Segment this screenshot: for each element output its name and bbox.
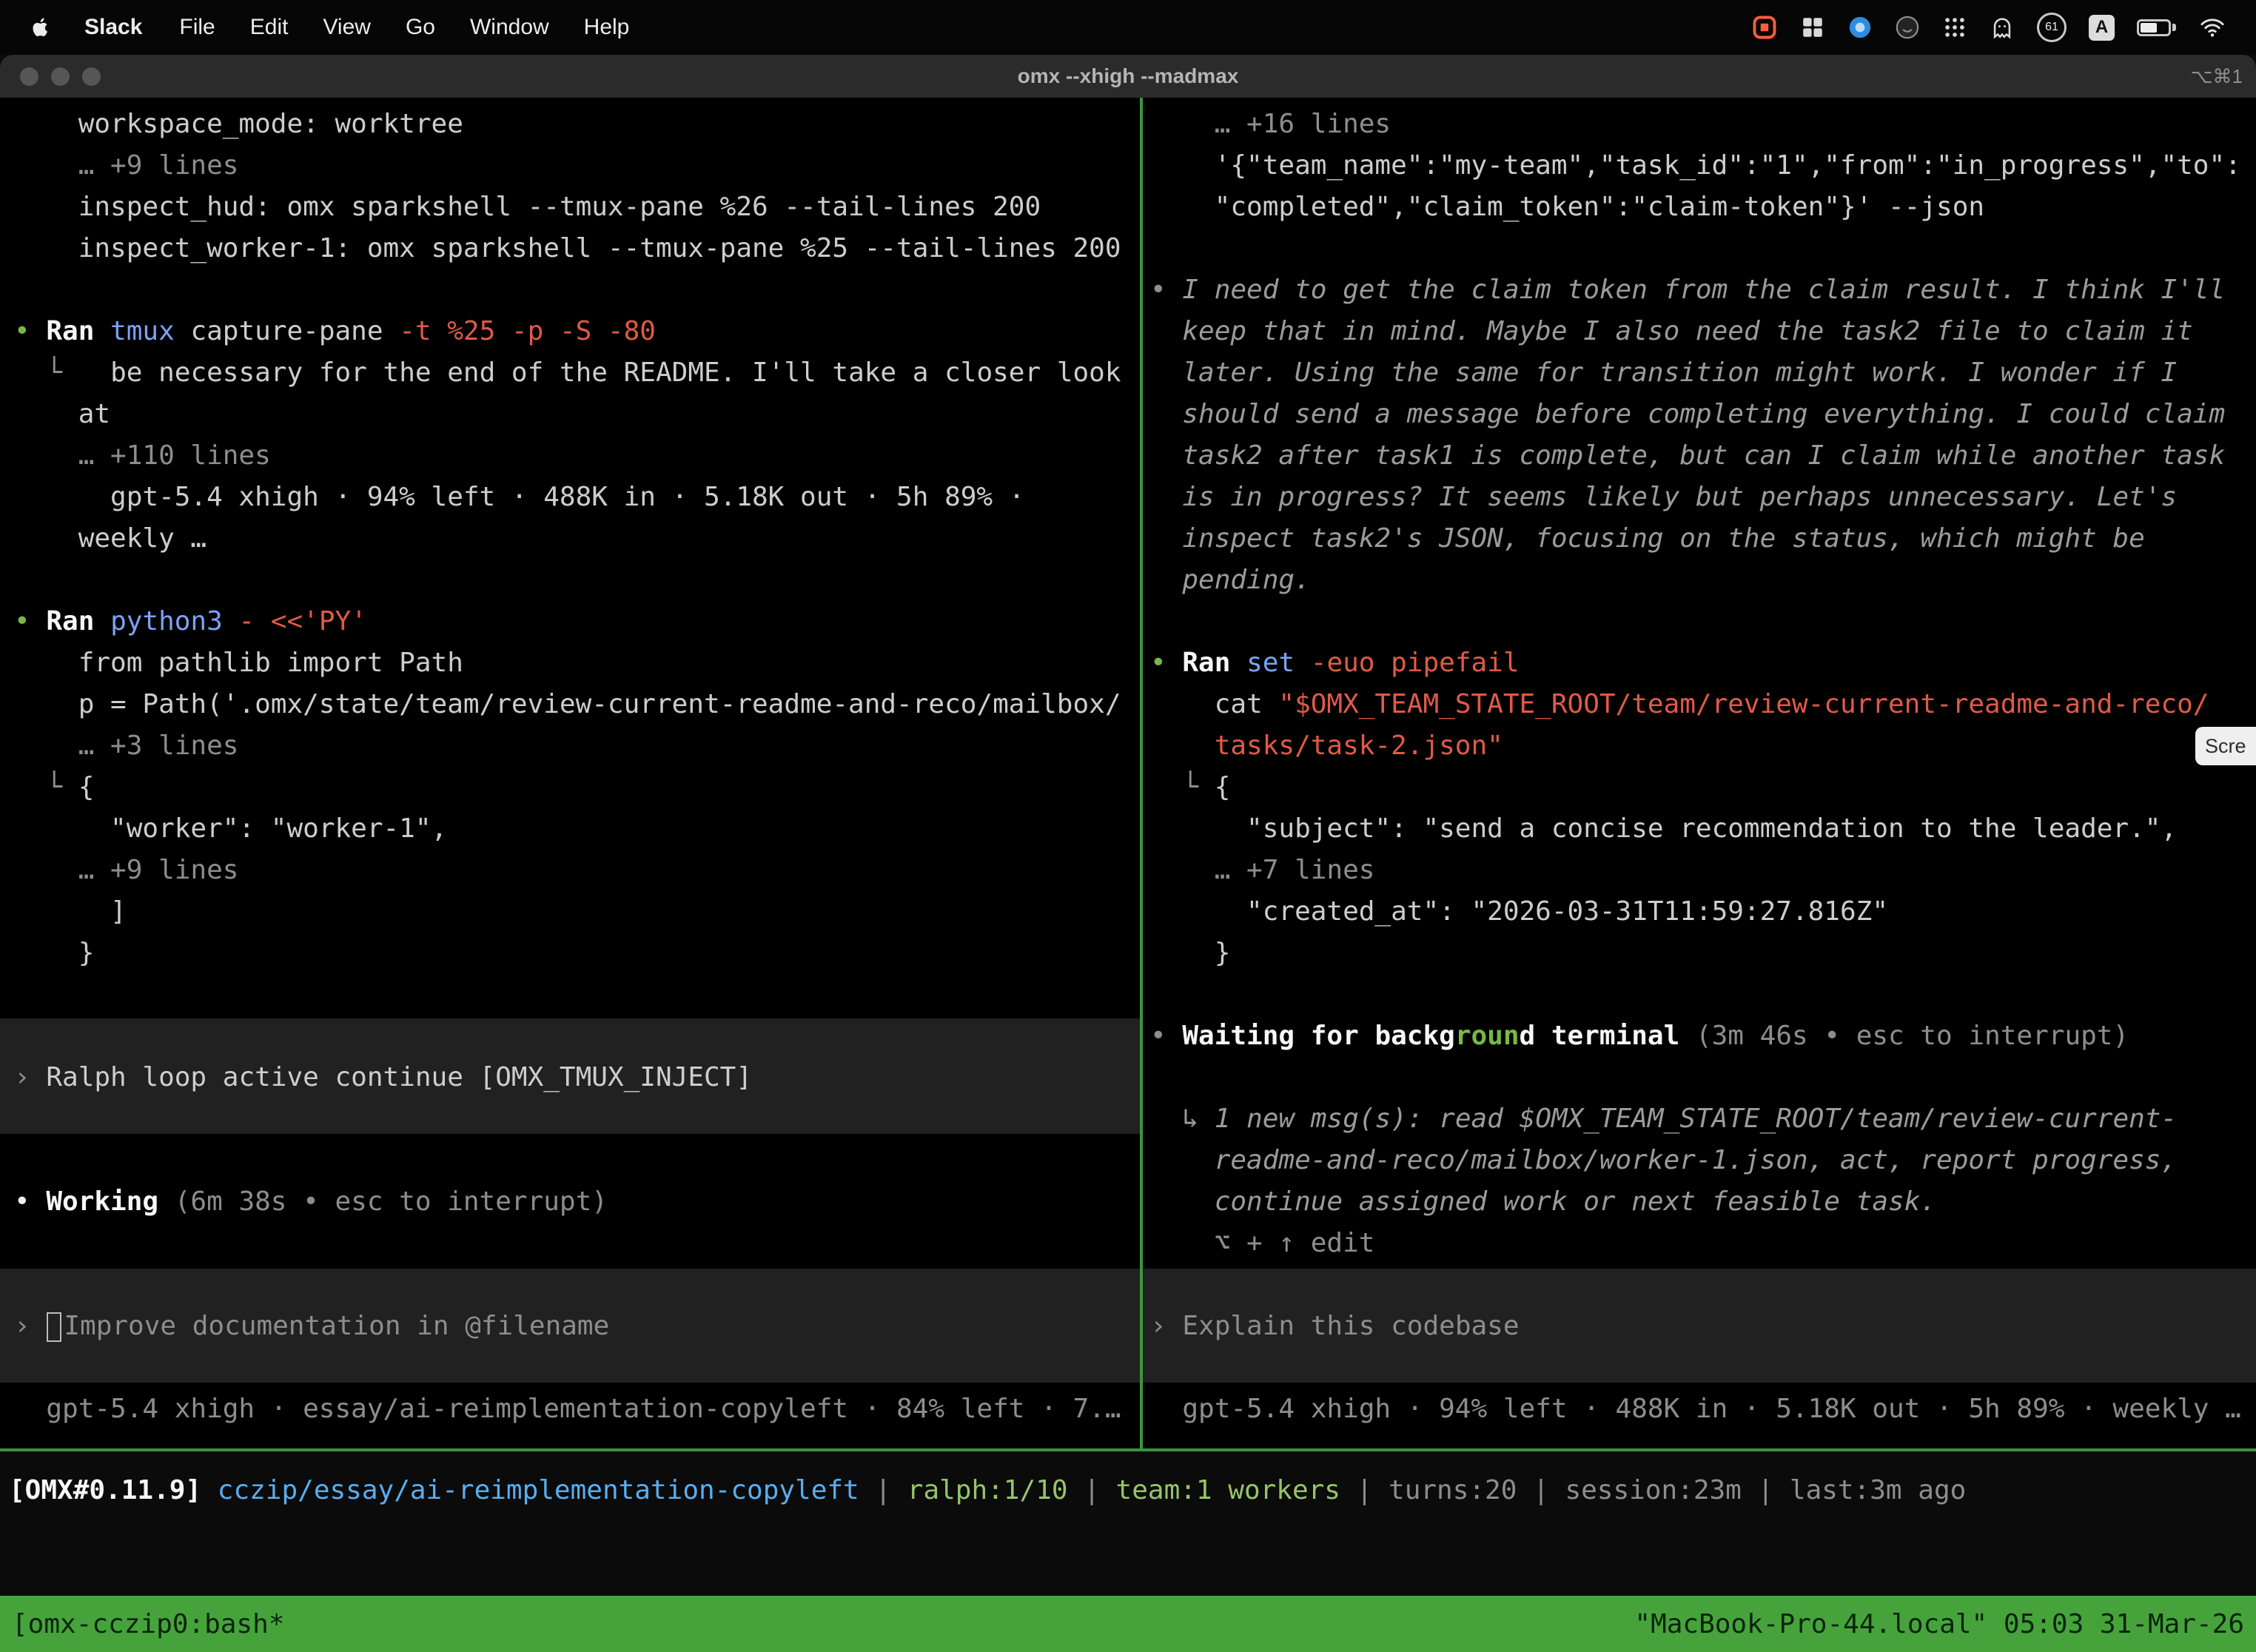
terminal-line: "created_at": "2026-03-31T11:59:27.816Z" — [1150, 891, 1888, 933]
terminal-line: gpt-5.4 xhigh · 94% left · 488K in · 5.1… — [14, 477, 1024, 518]
input-source-icon[interactable]: A — [2089, 15, 2115, 41]
terminal-line: inspect_worker-1: omx sparkshell --tmux-… — [14, 228, 1121, 269]
terminal-line: › Ralph loop active continue [OMX_TMUX_I… — [14, 1057, 752, 1098]
omx-hud-status-line: [OMX#0.11.9] cczip/essay/ai-reimplementa… — [9, 1470, 1966, 1511]
terminal-line: • Waiting for background terminal (3m 46… — [1150, 1015, 2129, 1057]
terminal-line: } — [1150, 933, 1230, 974]
close-button[interactable] — [20, 67, 38, 86]
terminal-line: … +9 lines — [14, 850, 238, 891]
terminal-line: task2 after task1 is complete, but can I… — [1150, 435, 2225, 477]
terminal-line: └ be necessary for the end of the README… — [14, 352, 1121, 394]
dark-app-icon[interactable] — [1895, 15, 1920, 40]
terminal-line: • Ran python3 - <<'PY' — [14, 601, 367, 642]
terminal-line: • I need to get the claim token from the… — [1150, 269, 2225, 311]
terminal-line: weekly … — [14, 518, 207, 560]
window-title: omx --xhigh --madmax — [0, 64, 2256, 88]
terminal-line: … +3 lines — [14, 725, 238, 767]
apps-grid-icon[interactable] — [1942, 15, 1967, 40]
terminal-line: … +110 lines — [14, 435, 271, 477]
traffic-lights — [0, 67, 101, 86]
terminal-line: inspect_hud: omx sparkshell --tmux-pane … — [14, 187, 1041, 228]
terminal-line: ⌥ + ↑ edit — [1150, 1223, 1374, 1264]
terminal-line: at — [14, 394, 110, 435]
menu-edit[interactable]: Edit — [250, 15, 289, 40]
screen-recording-icon[interactable] — [1751, 14, 1778, 41]
screenshot-tooltip-text: Scre — [2205, 735, 2246, 758]
ghost-app-icon[interactable] — [1990, 15, 2015, 40]
terminal-line: pending. — [1150, 560, 1311, 601]
terminal-line: "completed","claim_token":"claim-token"}… — [1150, 187, 1984, 228]
tmux-host-and-clock: "MacBook-Pro-44.local" 05:03 31-Mar-26 — [1634, 1609, 2244, 1639]
terminal-line: ] — [14, 891, 127, 933]
menu-bar: Slack File Edit View Go Window Help 61 A — [0, 0, 2256, 55]
menu-window[interactable]: Window — [470, 15, 549, 40]
terminal-line: is in progress? It seems likely but perh… — [1150, 477, 2177, 518]
menu-view[interactable]: View — [323, 15, 370, 40]
terminal-line: … +9 lines — [14, 145, 238, 187]
battery-icon[interactable] — [2137, 19, 2176, 36]
tmux-status-bar: [omx-cczip0:bash* "MacBook-Pro-44.local"… — [0, 1596, 2256, 1652]
terminal-line: should send a message before completing … — [1150, 394, 2225, 435]
battery-percentage-badge-icon[interactable]: 61 — [2037, 13, 2067, 42]
terminal-line: └ { — [14, 767, 94, 808]
blue-app-icon[interactable] — [1847, 15, 1873, 40]
apple-menu-icon[interactable] — [30, 16, 52, 38]
screenshot-tooltip: Scre — [2195, 727, 2256, 765]
terminal-line: "subject": "send a concise recommendatio… — [1150, 808, 2177, 850]
terminal-line: gpt-5.4 xhigh · essay/ai-reimplementatio… — [14, 1389, 1121, 1430]
terminal-line: • Working (6m 38s • esc to interrupt) — [14, 1181, 608, 1223]
terminal-line: continue assigned work or next feasible … — [1150, 1181, 1936, 1223]
terminal-line: workspace_mode: worktree — [14, 104, 463, 145]
terminal-line: … +16 lines — [1150, 104, 1391, 145]
text-cursor — [47, 1312, 61, 1342]
wifi-icon[interactable] — [2198, 15, 2226, 40]
terminal-line: gpt-5.4 xhigh · 94% left · 488K in · 5.1… — [1150, 1389, 2241, 1430]
grid-app-icon[interactable] — [1800, 15, 1825, 40]
menu-bar-status-icons: 61 A — [1751, 13, 2256, 42]
minimize-button[interactable] — [51, 67, 70, 86]
pane-divider-horizontal[interactable] — [0, 1448, 2256, 1451]
terminal-line: › Explain this codebase — [1150, 1306, 1520, 1347]
terminal-line: • Ran set -euo pipefail — [1150, 642, 1520, 684]
terminal-line: inspect task2's JSON, focusing on the st… — [1150, 518, 2145, 560]
terminal-pane-right[interactable]: … +16 lines '{"team_name":"my-team","tas… — [1143, 98, 2256, 1448]
window-shortcut-hint: ⌥⌘1 — [2191, 65, 2243, 88]
terminal-line: later. Using the same for transition mig… — [1150, 352, 2177, 394]
window-title-bar[interactable]: omx --xhigh --madmax ⌥⌘1 — [0, 55, 2256, 98]
zoom-button[interactable] — [82, 67, 101, 86]
terminal-line: ↳ 1 new msg(s): read $OMX_TEAM_STATE_ROO… — [1150, 1098, 2177, 1140]
terminal-pane-left[interactable]: workspace_mode: worktree … +9 lines insp… — [0, 98, 1140, 1448]
terminal-line: '{"team_name":"my-team","task_id":"1","f… — [1150, 145, 2241, 187]
menu-help[interactable]: Help — [584, 15, 630, 40]
terminal-line: • Ran tmux capture-pane -t %25 -p -S -80 — [14, 311, 656, 352]
menu-go[interactable]: Go — [406, 15, 435, 40]
terminal-line: › Improve documentation in @filename — [14, 1306, 609, 1347]
tmux-session-window-label: [omx-cczip0:bash* — [12, 1609, 284, 1639]
terminal-line: tasks/task-2.json" — [1150, 725, 1503, 767]
terminal-line: p = Path('.omx/state/team/review-current… — [14, 684, 1121, 725]
terminal-line: … +7 lines — [1150, 850, 1374, 891]
terminal-line: cat "$OMX_TEAM_STATE_ROOT/team/review-cu… — [1150, 684, 2209, 725]
menu-file[interactable]: File — [179, 15, 215, 40]
terminal-line: └ { — [1150, 767, 1230, 808]
terminal-line: readme-and-reco/mailbox/worker-1.json, a… — [1150, 1140, 2177, 1181]
terminal-line: } — [14, 933, 94, 974]
active-app-name[interactable]: Slack — [84, 15, 142, 40]
terminal-line: "worker": "worker-1", — [14, 808, 447, 850]
terminal-line: from pathlib import Path — [14, 642, 463, 684]
terminal-line: keep that in mind. Maybe I also need the… — [1150, 311, 2193, 352]
